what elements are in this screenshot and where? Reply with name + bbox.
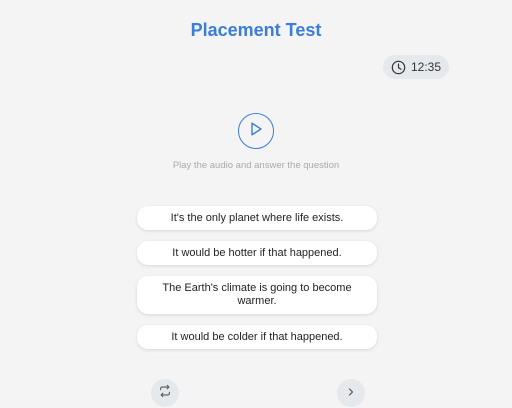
timer-value: 12:35 bbox=[410, 60, 442, 74]
clock-icon bbox=[391, 60, 406, 75]
repeat-icon bbox=[158, 384, 172, 403]
answer-option[interactable]: The Earth's climate is going to become w… bbox=[137, 276, 377, 314]
answer-options: It's the only planet where life exists. … bbox=[137, 206, 377, 360]
instruction-text: Play the audio and answer the question bbox=[172, 160, 340, 171]
answer-option[interactable]: It would be hotter if that happened. bbox=[137, 241, 377, 265]
timer-badge: 12:35 bbox=[383, 55, 449, 79]
answer-option[interactable]: It would be colder if that happened. bbox=[137, 325, 377, 349]
play-audio-button[interactable] bbox=[238, 113, 274, 149]
chevron-right-icon bbox=[346, 384, 356, 402]
page-title: Placement Test bbox=[190, 20, 322, 40]
next-button[interactable] bbox=[337, 379, 365, 407]
play-icon bbox=[249, 121, 263, 142]
repeat-button[interactable] bbox=[151, 379, 179, 407]
answer-option[interactable]: It's the only planet where life exists. bbox=[137, 206, 377, 230]
